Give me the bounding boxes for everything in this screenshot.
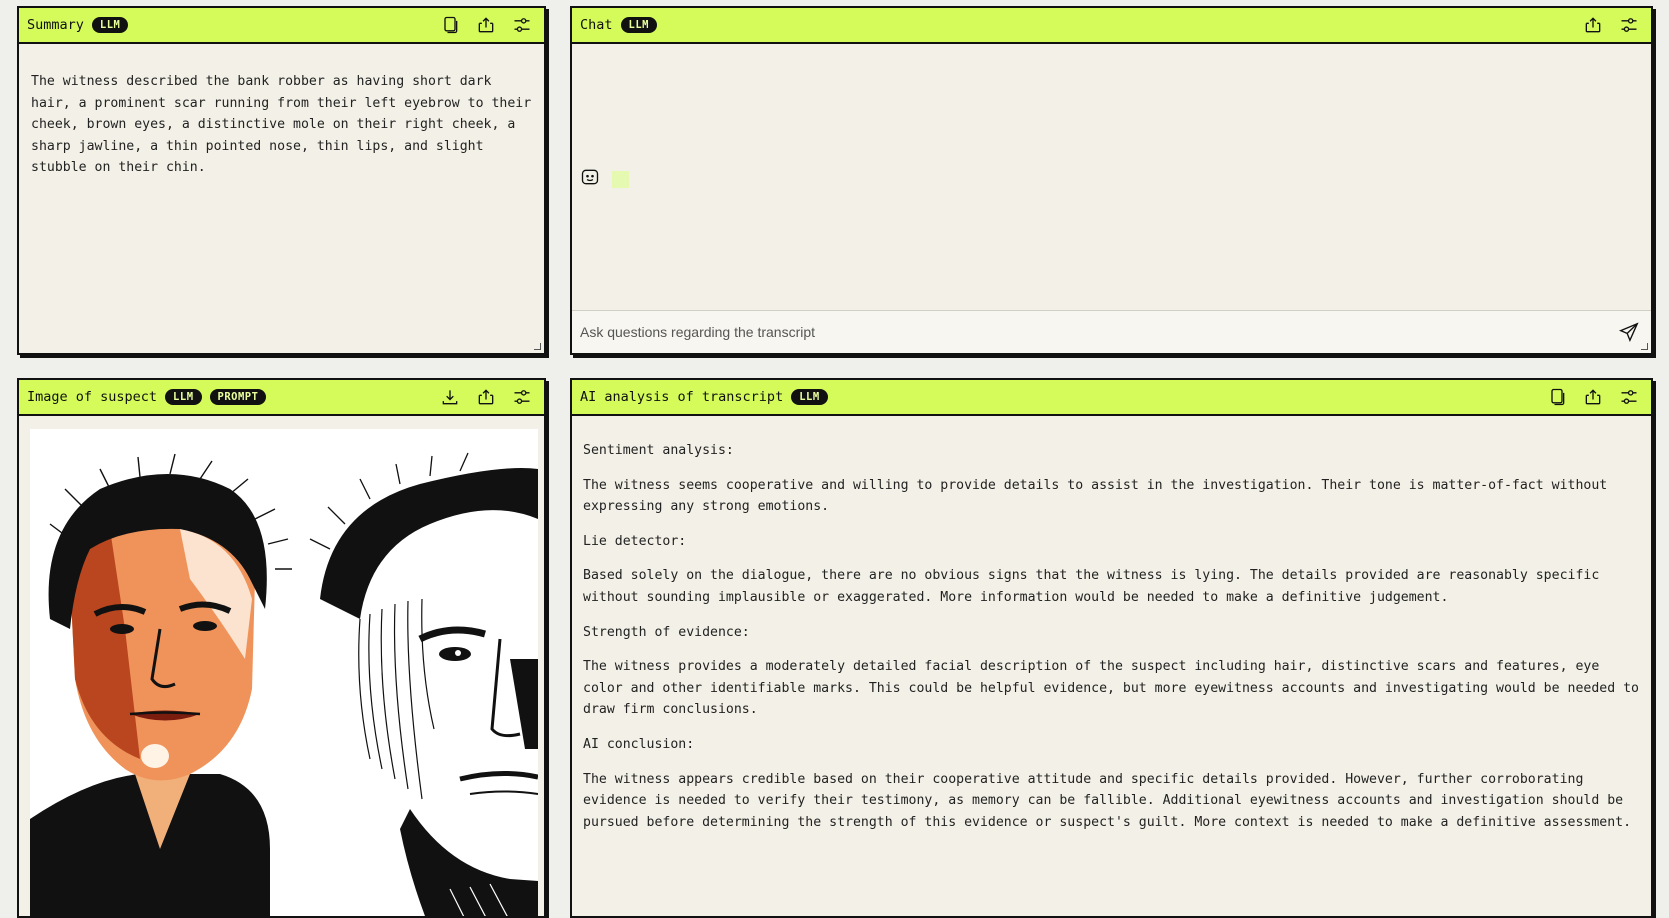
analysis-text-evidence: The witness provides a moderately detail… [583, 659, 1639, 718]
analysis-heading-conclusion: AI conclusion: [583, 736, 695, 752]
analysis-text-lie-detector: Based solely on the dialogue, there are … [583, 568, 1600, 605]
download-icon[interactable] [438, 385, 462, 409]
summary-header: Summary LLM [19, 8, 544, 44]
analysis-text-conclusion: The witness appears credible based on th… [583, 771, 1632, 830]
typing-indicator [612, 170, 629, 188]
analysis-heading-sentiment: Sentiment analysis: [583, 443, 734, 458]
copy-icon[interactable] [1545, 385, 1569, 409]
image-prompt-badge: PROMPT [209, 388, 267, 406]
copy-icon[interactable] [438, 13, 462, 37]
image-llm-badge: LLM [165, 388, 202, 406]
analysis-llm-badge: LLM [791, 388, 828, 406]
chat-input[interactable] [580, 324, 1617, 340]
analysis-heading-evidence: Strength of evidence: [583, 624, 750, 640]
resize-handle[interactable] [1641, 343, 1648, 350]
chat-panel: Chat LLM [570, 6, 1653, 355]
analysis-heading-lie-detector: Lie detector: [583, 533, 687, 549]
send-icon[interactable] [1617, 320, 1641, 344]
share-icon[interactable] [474, 13, 498, 37]
image-header: Image of suspect LLM PROMPT [19, 380, 544, 416]
summary-panel: Summary LLM The witness described the ba… [17, 6, 546, 355]
share-icon[interactable] [1581, 13, 1605, 37]
resize-handle[interactable] [534, 343, 541, 350]
suspect-image [30, 429, 538, 916]
analysis-title: AI analysis of transcript [580, 389, 784, 405]
suspect-face-right [309, 452, 538, 916]
analysis-header: AI analysis of transcript LLM [572, 380, 1651, 416]
chat-message-row [580, 169, 629, 189]
settings-sliders-icon[interactable] [510, 385, 534, 409]
chat-messages [572, 44, 1651, 314]
chat-title: Chat [580, 17, 613, 33]
chat-header: Chat LLM [572, 8, 1651, 44]
settings-sliders-icon[interactable] [1617, 385, 1641, 409]
share-icon[interactable] [1581, 385, 1605, 409]
analysis-body: Sentiment analysis: The witness seems co… [572, 416, 1651, 870]
analysis-text-sentiment: The witness seems cooperative and willin… [583, 477, 1608, 515]
summary-title: Summary [27, 17, 84, 33]
settings-sliders-icon[interactable] [1617, 13, 1641, 37]
settings-sliders-icon[interactable] [510, 13, 534, 37]
analysis-panel: AI analysis of transcript LLM Sentiment … [570, 378, 1653, 918]
share-icon[interactable] [474, 385, 498, 409]
bot-face-icon [580, 167, 600, 191]
summary-text: The witness described the bank robber as… [31, 74, 532, 176]
chat-llm-badge: LLM [620, 16, 657, 34]
image-panel: Image of suspect LLM PROMPT [17, 378, 546, 918]
chat-input-bar [572, 310, 1651, 353]
summary-llm-badge: LLM [91, 16, 129, 34]
image-title: Image of suspect [27, 389, 158, 405]
